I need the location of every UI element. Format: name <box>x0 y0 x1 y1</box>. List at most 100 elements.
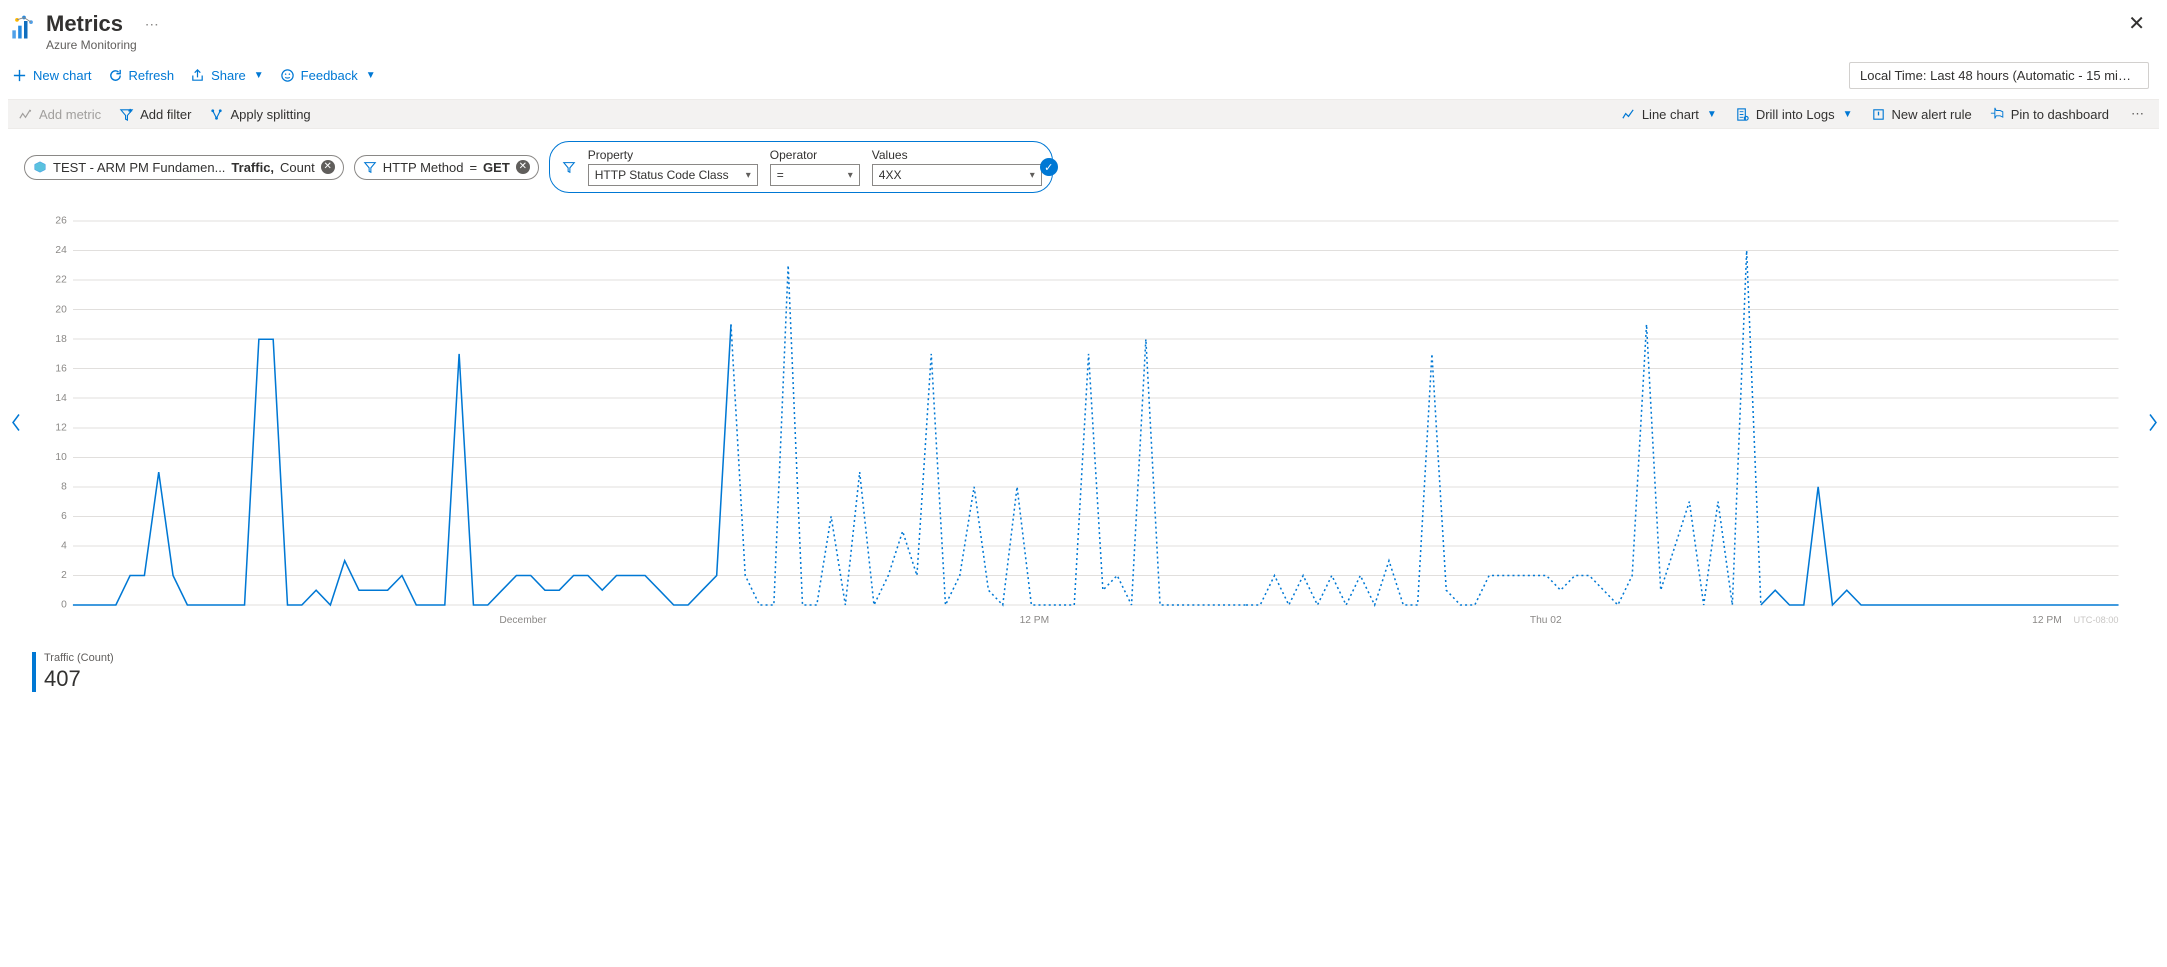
drill-logs-button[interactable]: Drill into Logs ▼ <box>1735 107 1853 122</box>
operator-label: Operator <box>770 148 860 162</box>
share-icon <box>190 68 205 83</box>
chart-next-button[interactable] <box>2141 407 2165 442</box>
svg-text:20: 20 <box>55 304 67 315</box>
new-alert-button[interactable]: New alert rule <box>1871 107 1972 122</box>
resource-icon <box>33 160 47 174</box>
svg-text:12 PM: 12 PM <box>1020 615 1050 626</box>
filter-op: = <box>469 160 477 175</box>
feedback-button[interactable]: Feedback ▼ <box>280 68 376 83</box>
svg-text:12 PM: 12 PM <box>2032 615 2062 626</box>
add-metric-button[interactable]: Add metric <box>18 107 101 122</box>
share-button[interactable]: Share ▼ <box>190 68 264 83</box>
refresh-icon <box>108 68 123 83</box>
header-text: Metrics Azure Monitoring <box>46 12 137 52</box>
property-select[interactable]: HTTP Status Code Class ▾ <box>588 164 758 186</box>
chart-area: 02468101214161820222426December12 PMThu … <box>8 205 2159 643</box>
page-title: Metrics <box>46 12 137 36</box>
add-metric-icon <box>18 107 33 122</box>
chevron-down-icon: ▾ <box>746 170 751 181</box>
apply-splitting-button[interactable]: Apply splitting <box>209 107 310 122</box>
operator-value: = <box>777 168 784 182</box>
svg-text:24: 24 <box>55 245 67 256</box>
chevron-down-icon: ▾ <box>1030 170 1035 181</box>
filter-icon <box>119 107 134 122</box>
chevron-left-icon <box>10 413 22 433</box>
chevron-down-icon: ▼ <box>254 70 264 81</box>
split-icon <box>209 107 224 122</box>
metric-pill[interactable]: TEST - ARM PM Fundamen... Traffic, Count… <box>24 155 344 180</box>
svg-text:14: 14 <box>55 393 67 404</box>
refresh-button[interactable]: Refresh <box>108 68 175 83</box>
filter-operator-column: Operator = ▾ <box>770 148 860 186</box>
chevron-right-icon <box>2147 413 2159 433</box>
command-bar: New chart Refresh Share ▼ Feedback ▼ Loc… <box>8 58 2159 95</box>
svg-text:2: 2 <box>61 570 67 581</box>
values-value: 4XX <box>879 168 902 182</box>
smile-icon <box>280 68 295 83</box>
chart-more-button[interactable]: ⋯ <box>2127 106 2149 122</box>
chevron-down-icon: ▼ <box>1843 109 1853 120</box>
svg-text:8: 8 <box>61 482 67 493</box>
svg-text:4: 4 <box>61 541 67 552</box>
time-range-label: Local Time: Last 48 hours (Automatic - 1… <box>1860 68 2147 83</box>
svg-text:26: 26 <box>55 216 67 227</box>
close-blade-button[interactable]: ✕ <box>2124 12 2149 36</box>
pin-dashboard-button[interactable]: Pin to dashboard <box>1990 107 2109 122</box>
operator-select[interactable]: = ▾ <box>770 164 860 186</box>
refresh-label: Refresh <box>129 68 175 83</box>
plus-icon <box>12 68 27 83</box>
svg-text:22: 22 <box>55 275 67 286</box>
metric-resource: TEST - ARM PM Fundamen... <box>53 160 225 175</box>
new-chart-button[interactable]: New chart <box>12 68 92 83</box>
add-metric-label: Add metric <box>39 107 101 122</box>
header-more-button[interactable]: ⋯ <box>145 12 159 36</box>
chart-type-label: Line chart <box>1642 107 1699 122</box>
add-filter-button[interactable]: Add filter <box>119 107 191 122</box>
legend-item: Traffic (Count) 407 <box>32 652 114 692</box>
filter-key: HTTP Method <box>383 160 464 175</box>
http-method-filter-pill[interactable]: HTTP Method = GET ✕ <box>354 155 539 180</box>
legend-series-value: 407 <box>44 666 114 692</box>
svg-text:6: 6 <box>61 511 67 522</box>
line-chart-icon <box>1621 107 1636 122</box>
metrics-icon <box>10 14 38 42</box>
time-range-picker[interactable]: Local Time: Last 48 hours (Automatic - 1… <box>1849 62 2149 89</box>
chart-type-button[interactable]: Line chart ▼ <box>1621 107 1717 122</box>
filter-values-column: Values 4XX ▾ <box>872 148 1042 186</box>
pin-dashboard-label: Pin to dashboard <box>2011 107 2109 122</box>
chart-prev-button[interactable] <box>4 407 28 442</box>
chevron-down-icon: ▼ <box>366 70 376 81</box>
filter-icon <box>562 160 576 174</box>
property-label: Property <box>588 148 758 162</box>
drill-logs-label: Drill into Logs <box>1756 107 1835 122</box>
page-subtitle: Azure Monitoring <box>46 38 137 52</box>
filter-value: GET <box>483 160 510 175</box>
legend: Traffic (Count) 407 <box>8 649 2159 692</box>
svg-text:18: 18 <box>55 334 67 345</box>
logs-icon <box>1735 107 1750 122</box>
metric-name: Traffic, <box>231 160 274 175</box>
legend-series-name: Traffic (Count) <box>44 652 114 664</box>
filter-builder: Property HTTP Status Code Class ▾ Operat… <box>549 141 1053 193</box>
remove-metric-button[interactable]: ✕ <box>321 160 335 174</box>
svg-text:10: 10 <box>55 452 67 463</box>
chart-toolbar: Add metric Add filter Apply splitting Li… <box>8 99 2159 129</box>
new-alert-label: New alert rule <box>1892 107 1972 122</box>
share-label: Share <box>211 68 246 83</box>
svg-text:UTC-08:00: UTC-08:00 <box>2074 615 2119 625</box>
svg-text:0: 0 <box>61 600 67 611</box>
apply-filter-button[interactable]: ✓ <box>1040 158 1058 176</box>
apply-splitting-label: Apply splitting <box>230 107 310 122</box>
property-value: HTTP Status Code Class <box>595 168 729 182</box>
alert-icon <box>1871 107 1886 122</box>
filter-row: TEST - ARM PM Fundamen... Traffic, Count… <box>8 129 2159 205</box>
chevron-down-icon: ▾ <box>848 170 853 181</box>
remove-filter-button[interactable]: ✕ <box>516 160 530 174</box>
metric-agg: Count <box>280 160 315 175</box>
line-chart[interactable]: 02468101214161820222426December12 PMThu … <box>32 213 2139 633</box>
values-select[interactable]: 4XX ▾ <box>872 164 1042 186</box>
svg-text:12: 12 <box>55 423 67 434</box>
values-label: Values <box>872 148 1042 162</box>
filter-property-column: Property HTTP Status Code Class ▾ <box>588 148 758 186</box>
header: Metrics Azure Monitoring ⋯ ✕ <box>8 8 2159 58</box>
